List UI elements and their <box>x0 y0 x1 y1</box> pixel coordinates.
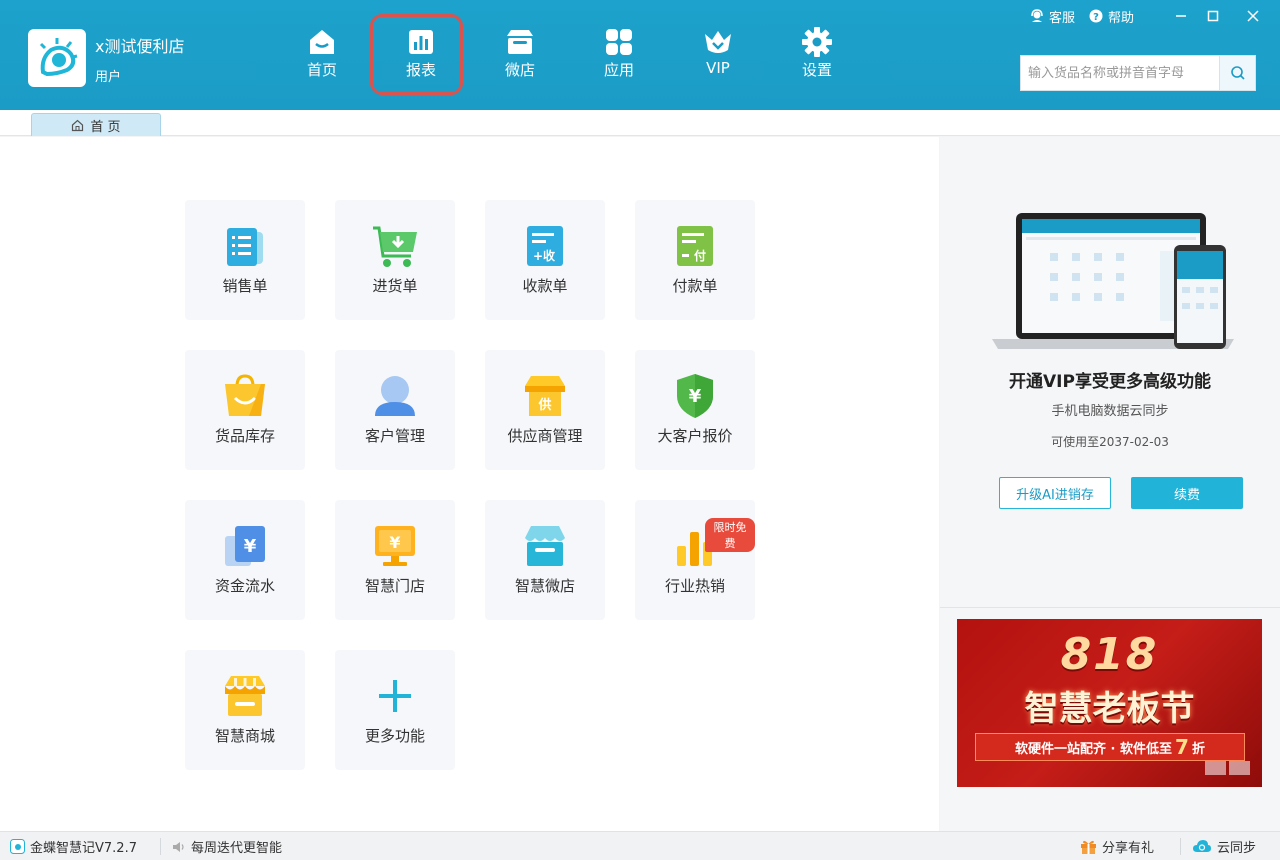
micro-shop-icon <box>507 30 533 54</box>
vip-title: 开通VIP享受更多高级功能 <box>1009 372 1211 392</box>
smart-store-monitor-icon: ¥ <box>375 526 415 566</box>
maximize-button[interactable] <box>1202 5 1224 27</box>
tile-smart-mall[interactable]: 智慧商城 <box>185 650 305 770</box>
tile-smart-micro-shop[interactable]: 智慧微店 <box>485 500 605 620</box>
logo-sun-icon <box>39 38 78 77</box>
banner-headline-number: 818 <box>1060 629 1159 680</box>
help-link[interactable]: ? 帮助 <box>1089 7 1134 26</box>
shield-yen-icon: ¥ <box>677 374 713 418</box>
receipt-icon: + 收 <box>527 226 563 266</box>
supplier-store-icon: 供 <box>525 376 565 416</box>
search-box <box>1020 55 1256 91</box>
nav-micro-shop[interactable]: 微店 <box>485 26 555 88</box>
customer-service-link[interactable]: 客服 <box>1030 7 1075 26</box>
vip-expiry-date: 可使用至2037-02-03 <box>1051 435 1169 449</box>
vip-crown-icon <box>705 31 731 53</box>
minimize-icon <box>1176 15 1186 17</box>
main-panel: 销售单 进货单 + 收 收款单 付 付款单 货品库存 客户管理 供 供应商管理 … <box>0 137 939 831</box>
gear-icon <box>802 27 832 57</box>
close-icon <box>1247 10 1259 22</box>
svg-text:¥: ¥ <box>389 533 400 552</box>
banner-pager-dot[interactable] <box>1205 761 1226 775</box>
svg-text:¥: ¥ <box>244 536 257 557</box>
share-gift-link[interactable]: 分享有礼 <box>1080 832 1154 860</box>
nav-settings[interactable]: 设置 <box>782 26 852 88</box>
tile-purchase-order[interactable]: 进货单 <box>335 200 455 320</box>
search-input[interactable] <box>1021 56 1221 90</box>
upgrade-ai-button[interactable]: 升级AI进销存 <box>999 477 1111 509</box>
nav-vip[interactable]: VIP <box>683 26 753 88</box>
app-logo <box>28 29 86 87</box>
speaker-icon <box>173 841 184 852</box>
status-bar: 金蝶智慧记V7.2.7 每周迭代更智能 分享有礼 云同步 <box>0 831 1280 860</box>
search-button[interactable] <box>1219 56 1255 90</box>
tile-payment[interactable]: 付 付款单 <box>635 200 755 320</box>
store-role: 用户 <box>95 70 122 85</box>
cloud-sync-button[interactable]: 云同步 <box>1192 832 1256 860</box>
vip-subtitle: 手机电脑数据云同步 <box>1051 404 1169 419</box>
nav-report-highlight <box>370 14 463 95</box>
update-notice[interactable]: 每周迭代更智能 <box>172 832 282 860</box>
tile-inventory[interactable]: 货品库存 <box>185 350 305 470</box>
svg-text:¥: ¥ <box>689 386 702 407</box>
nav-home[interactable]: 首页 <box>287 26 357 88</box>
cloud-sync-icon <box>1193 840 1211 852</box>
tile-customer-management[interactable]: 客户管理 <box>335 350 455 470</box>
version-info: 金蝶智慧记V7.2.7 <box>10 832 137 860</box>
close-button[interactable] <box>1242 5 1264 27</box>
panel-divider <box>940 607 1280 608</box>
svg-text:?: ? <box>1093 12 1099 23</box>
top-header: x测试便利店 用户 首页 报表 微店 应用 VIP 设置 客服 ? 帮助 输入货… <box>0 0 1280 110</box>
headset-icon <box>1031 9 1043 22</box>
customer-icon <box>375 376 415 416</box>
svg-text:+: + <box>533 249 543 263</box>
tile-sales-order[interactable]: 销售单 <box>185 200 305 320</box>
tile-smart-store[interactable]: ¥ 智慧门店 <box>335 500 455 620</box>
plus-icon <box>379 680 411 712</box>
device-mockup-image <box>992 213 1234 349</box>
renew-button[interactable]: 续费 <box>1131 477 1243 509</box>
tile-supplier-management[interactable]: 供 供应商管理 <box>485 350 605 470</box>
svg-text:供: 供 <box>537 397 551 413</box>
gift-icon <box>1081 840 1096 854</box>
help-icon: ? <box>1089 9 1103 23</box>
app-mini-logo-icon <box>10 839 25 854</box>
smart-mall-icon <box>225 676 265 716</box>
minimize-button[interactable] <box>1170 5 1192 27</box>
home-icon <box>310 30 334 54</box>
promo-banner[interactable]: 818 智慧老板节 软硬件一站配齐 · 软件低至 7 折 <box>957 619 1262 787</box>
apps-grid-icon <box>606 29 632 55</box>
top-links: 客服 ? 帮助 <box>1030 6 1148 26</box>
free-limited-badge: 限时免费 <box>705 518 755 552</box>
payment-icon: 付 <box>677 226 713 266</box>
tile-cash-flow[interactable]: ¥ 资金流水 <box>185 500 305 620</box>
sales-order-icon <box>227 228 263 266</box>
tile-more-features[interactable]: 更多功能 <box>335 650 455 770</box>
tile-industry-hot-sales[interactable]: 行业热销 限时免费 <box>635 500 755 620</box>
purchase-cart-icon <box>373 226 417 267</box>
svg-text:收: 收 <box>543 248 555 263</box>
tile-vip-customer-quote[interactable]: ¥ 大客户报价 <box>635 350 755 470</box>
tab-strip: 首 页 <box>0 110 1280 136</box>
tile-receipt[interactable]: + 收 收款单 <box>485 200 605 320</box>
svg-text:付: 付 <box>694 248 706 263</box>
smart-micro-shop-icon <box>525 526 565 566</box>
banner-headline: 智慧老板节 <box>1024 689 1195 729</box>
vip-side-panel: 开通VIP享受更多高级功能 手机电脑数据云同步 可使用至2037-02-03 升… <box>940 137 1280 831</box>
banner-pager-dot[interactable] <box>1229 761 1250 775</box>
maximize-icon <box>1207 10 1219 22</box>
status-separator <box>160 838 161 855</box>
search-icon <box>1230 66 1245 80</box>
tab-home[interactable]: 首 页 <box>31 113 161 136</box>
banner-pager <box>1202 761 1250 775</box>
nav-apps[interactable]: 应用 <box>584 26 654 88</box>
cash-flow-icon: ¥ <box>225 526 265 566</box>
store-name: x测试便利店 <box>95 37 185 56</box>
home-outline-icon <box>72 119 84 131</box>
banner-ribbon: 软硬件一站配齐 · 软件低至 7 折 <box>975 733 1245 761</box>
status-separator <box>1180 838 1181 855</box>
shopping-bag-icon <box>225 374 265 416</box>
